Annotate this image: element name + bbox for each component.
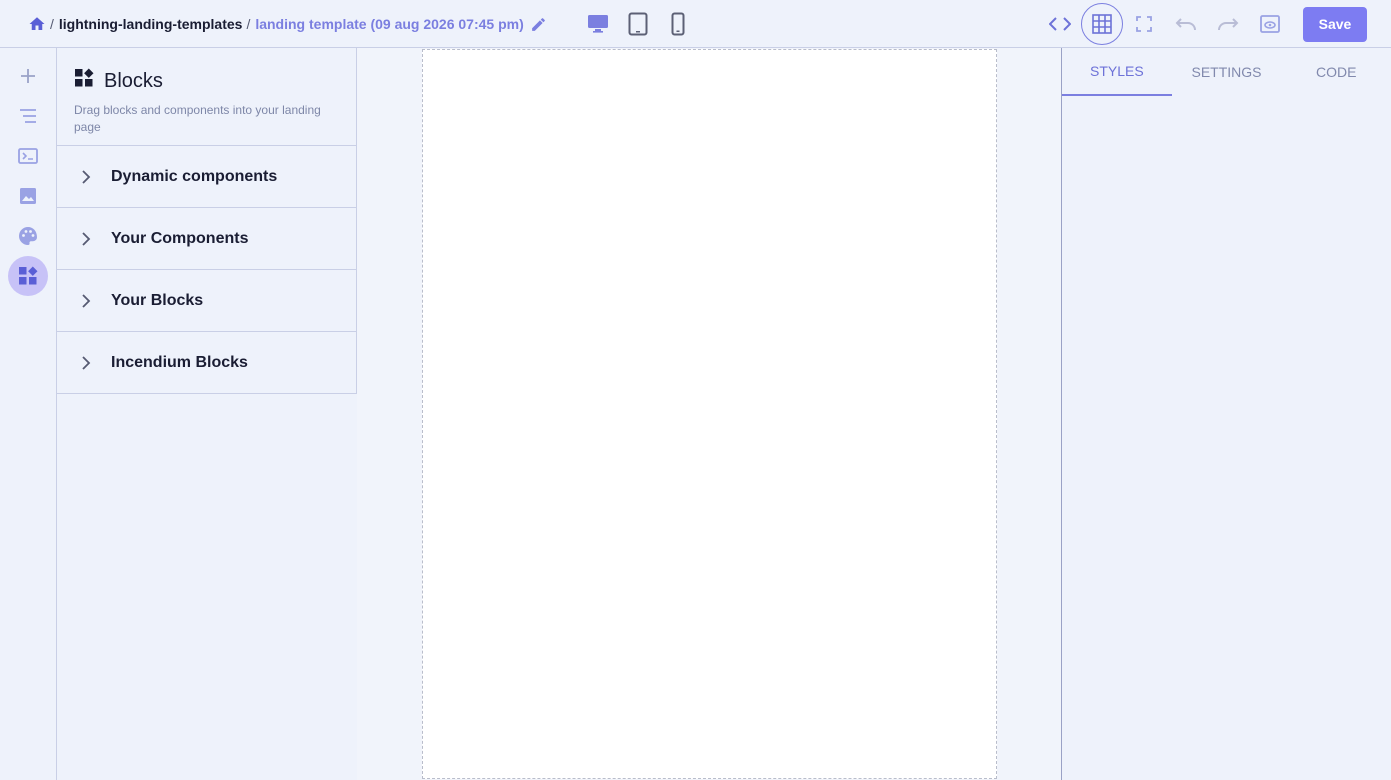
accordion-your-components[interactable]: Your Components	[57, 208, 357, 270]
blocks-title-text: Blocks	[104, 69, 163, 92]
left-rail	[0, 48, 57, 780]
accordion-label: Incendium Blocks	[111, 353, 248, 371]
mobile-icon[interactable]	[666, 12, 690, 36]
pencil-icon[interactable]	[530, 16, 547, 33]
image-icon[interactable]	[8, 176, 48, 216]
breadcrumb-project-link[interactable]: lightning-landing-templates	[59, 16, 243, 32]
properties-tabs: STYLES SETTINGS CODE	[1062, 48, 1391, 96]
blocks-description: Drag blocks and components into your lan…	[74, 103, 321, 134]
undo-icon[interactable]	[1165, 3, 1207, 45]
accordion-label: Your Components	[111, 229, 249, 247]
grid-icon[interactable]	[1081, 3, 1123, 45]
chevron-right-icon	[81, 355, 95, 370]
blocks-panel-header: Blocks Drag blocks and components into y…	[57, 48, 357, 146]
plus-icon[interactable]	[8, 56, 48, 96]
code-icon[interactable]	[1039, 3, 1081, 45]
device-switcher	[586, 0, 690, 48]
blocks-icon	[74, 68, 94, 94]
page-canvas-frame[interactable]	[422, 49, 997, 779]
breadcrumb-page-title: landing template (09 aug 2026 07:45 pm)	[255, 16, 524, 32]
chevron-right-icon	[81, 231, 95, 246]
canvas-area	[357, 48, 1061, 780]
palette-icon[interactable]	[8, 216, 48, 256]
chevron-right-icon	[81, 169, 95, 184]
redo-icon[interactable]	[1207, 3, 1249, 45]
layers-icon[interactable]	[8, 96, 48, 136]
tab-code[interactable]: CODE	[1281, 48, 1391, 96]
breadcrumb: / lightning-landing-templates / landing …	[28, 0, 547, 48]
top-bar: / lightning-landing-templates / landing …	[0, 0, 1391, 48]
desktop-icon[interactable]	[586, 12, 610, 36]
blocks-panel: Blocks Drag blocks and components into y…	[57, 48, 357, 780]
breadcrumb-separator: /	[246, 16, 251, 32]
properties-panel: STYLES SETTINGS CODE	[1061, 48, 1391, 780]
tab-settings[interactable]: SETTINGS	[1172, 48, 1282, 96]
accordion-incendium-blocks[interactable]: Incendium Blocks	[57, 332, 357, 394]
home-icon[interactable]	[28, 15, 46, 33]
accordion-dynamic-components[interactable]: Dynamic components	[57, 146, 357, 208]
blocks-panel-title: Blocks	[74, 68, 340, 94]
toolbar: Save	[1039, 0, 1391, 48]
breadcrumb-separator: /	[50, 16, 54, 32]
accordion-label: Your Blocks	[111, 291, 204, 309]
tab-styles[interactable]: STYLES	[1062, 48, 1172, 96]
accordion-your-blocks[interactable]: Your Blocks	[57, 270, 357, 332]
preview-icon[interactable]	[1249, 3, 1291, 45]
accordion-label: Dynamic components	[111, 167, 278, 185]
blocks-icon[interactable]	[8, 256, 48, 296]
save-button[interactable]: Save	[1303, 6, 1367, 42]
terminal-icon[interactable]	[8, 136, 48, 176]
chevron-right-icon	[81, 293, 95, 308]
fullscreen-icon[interactable]	[1123, 3, 1165, 45]
tablet-icon[interactable]	[626, 12, 650, 36]
